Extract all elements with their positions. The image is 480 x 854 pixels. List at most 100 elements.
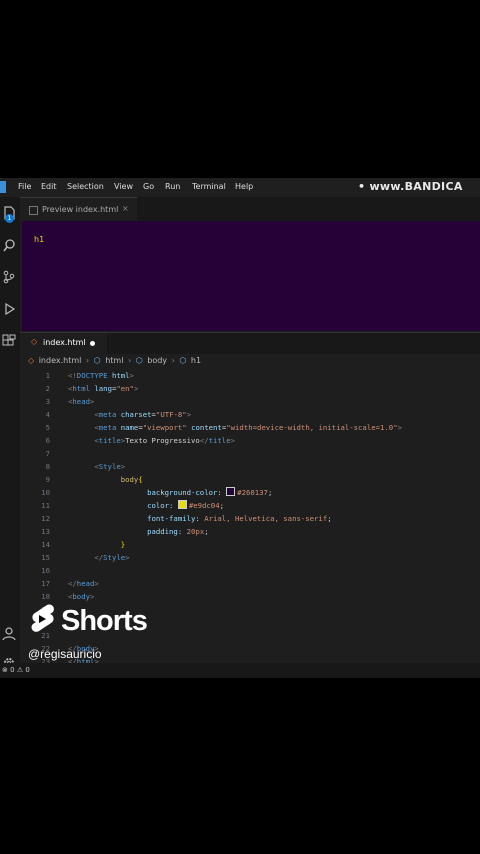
code-text[interactable]: <head> <box>68 395 94 408</box>
line-number: 11 <box>41 501 50 510</box>
code-line[interactable]: 2 <html lang="en"> <box>22 382 480 395</box>
code-line[interactable]: 7 <box>22 447 480 460</box>
run-debug-icon[interactable] <box>2 301 16 316</box>
preview-tab-bar: Preview index.html × <box>20 197 480 222</box>
element-icon: ⬡ <box>93 356 101 365</box>
html-file-icon: ◇ <box>31 337 38 346</box>
code-text[interactable]: font-family: Arial, Helvetica, sans-seri… <box>68 512 332 525</box>
code-text[interactable]: <html lang="en"> <box>68 382 138 395</box>
code-line[interactable]: 11 color: #e9dc04; <box>22 499 480 512</box>
search-icon[interactable] <box>2 237 16 252</box>
close-icon[interactable]: × <box>122 204 129 213</box>
unsaved-dot-icon[interactable] <box>90 341 95 346</box>
menu-bar: File Edit Selection View Go Run Terminal… <box>0 178 480 197</box>
line-number: 14 <box>41 540 50 549</box>
line-number: 13 <box>41 527 50 536</box>
code-line[interactable]: 1 <!DOCTYPE html> <box>22 369 480 382</box>
shorts-logo-icon <box>31 604 54 632</box>
menu-file[interactable]: File <box>18 182 31 191</box>
element-icon: ⬡ <box>179 356 187 365</box>
breadcrumb-item[interactable]: index.html <box>39 356 82 365</box>
menu-go[interactable]: Go <box>143 182 154 191</box>
line-number: 8 <box>45 462 50 471</box>
code-line[interactable]: 10 background-color: #260137; <box>22 486 480 499</box>
problems-indicator[interactable]: ⊗ 0 ⚠ 0 <box>2 666 30 674</box>
code-line[interactable]: 15 </Style> <box>22 551 480 564</box>
code-text[interactable]: </head> <box>68 577 99 590</box>
source-control-icon[interactable] <box>2 269 16 284</box>
error-icon: ⊗ <box>2 666 8 674</box>
line-number: 18 <box>41 592 50 601</box>
preview-heading: h1 <box>34 235 45 244</box>
line-number: 2 <box>45 384 50 393</box>
code-text[interactable]: <meta name="viewport" content="width=dev… <box>68 421 402 434</box>
extensions-icon[interactable] <box>2 333 16 347</box>
channel-handle[interactable]: @regisauricio <box>28 647 102 661</box>
breadcrumb-item[interactable]: html <box>105 356 123 365</box>
error-count: 0 <box>10 666 15 674</box>
line-number: 15 <box>41 553 50 562</box>
code-line[interactable]: 18 <body> <box>22 590 480 603</box>
code-text[interactable]: padding: 20px; <box>68 525 209 538</box>
vscode-window: File Edit Selection View Go Run Terminal… <box>0 178 480 678</box>
code-line[interactable]: 8 <Style> <box>22 460 480 473</box>
menu-terminal[interactable]: Terminal <box>192 182 226 191</box>
menu-help[interactable]: Help <box>235 182 253 191</box>
line-number: 1 <box>45 371 50 380</box>
editor-tab-bar: ◇ index.html <box>20 332 480 354</box>
vscode-logo-icon <box>0 181 6 193</box>
status-bar: ⊗ 0 ⚠ 0 <box>0 663 480 678</box>
tab-label: Preview index.html <box>42 205 119 214</box>
chevron-right-icon: › <box>85 356 90 365</box>
code-line[interactable]: 12 font-family: Arial, Helvetica, sans-s… <box>22 512 480 525</box>
code-text[interactable]: <Style> <box>68 460 125 473</box>
menu-run[interactable]: Run <box>165 182 180 191</box>
menu-edit[interactable]: Edit <box>41 182 57 191</box>
tab-index-html[interactable]: ◇ index.html <box>20 333 107 354</box>
code-line[interactable]: 6 <title>Texto Progressivo</title> <box>22 434 480 447</box>
menu-view[interactable]: View <box>114 182 133 191</box>
code-line[interactable]: 3 <head> <box>22 395 480 408</box>
code-text[interactable]: <title>Texto Progressivo</title> <box>68 434 235 447</box>
line-number: 16 <box>41 566 50 575</box>
line-number: 9 <box>45 475 50 484</box>
line-number: 6 <box>45 436 50 445</box>
code-text[interactable]: <meta charset="UTF-8"> <box>68 408 191 421</box>
preview-icon <box>29 206 38 215</box>
code-text[interactable]: <body> <box>68 590 94 603</box>
breadcrumb-item[interactable]: body <box>147 356 167 365</box>
element-icon: ⬡ <box>135 356 143 365</box>
tab-preview-index[interactable]: Preview index.html × <box>20 197 137 222</box>
chevron-right-icon: › <box>127 356 132 365</box>
code-text[interactable]: <!DOCTYPE html> <box>68 369 134 382</box>
line-number: 7 <box>45 449 50 458</box>
breadcrumb-item[interactable]: h1 <box>191 356 201 365</box>
line-number: 12 <box>41 514 50 523</box>
code-line[interactable]: 17 </head> <box>22 577 480 590</box>
code-text[interactable]: background-color: #260137; <box>68 486 272 499</box>
watermark-text: • www.BANDICA <box>358 180 463 193</box>
shorts-label: Shorts <box>61 605 148 637</box>
code-text[interactable]: body{ <box>68 473 143 486</box>
code-line[interactable]: 16 <box>22 564 480 577</box>
line-number: 10 <box>41 488 50 497</box>
code-text[interactable]: color: #e9dc04; <box>68 499 224 512</box>
code-text[interactable]: </Style> <box>68 551 129 564</box>
code-line[interactable]: 9 body{ <box>22 473 480 486</box>
menu-selection[interactable]: Selection <box>67 182 104 191</box>
line-number: 3 <box>45 397 50 406</box>
code-line[interactable]: 13 padding: 20px; <box>22 525 480 538</box>
preview-pane: h1 <box>22 221 480 331</box>
explorer-badge: 1 <box>5 214 14 223</box>
account-icon[interactable] <box>2 625 16 641</box>
line-number: 17 <box>41 579 50 588</box>
warning-count: 0 <box>25 666 30 674</box>
tab-label: index.html <box>43 338 86 347</box>
code-text[interactable]: } <box>68 538 125 551</box>
code-line[interactable]: 14 } <box>22 538 480 551</box>
line-number: 4 <box>45 410 50 419</box>
chevron-right-icon: › <box>171 356 175 365</box>
code-line[interactable]: 5 <meta name="viewport" content="width=d… <box>22 421 480 434</box>
code-line[interactable]: 4 <meta charset="UTF-8"> <box>22 408 480 421</box>
line-number: 5 <box>45 423 50 432</box>
